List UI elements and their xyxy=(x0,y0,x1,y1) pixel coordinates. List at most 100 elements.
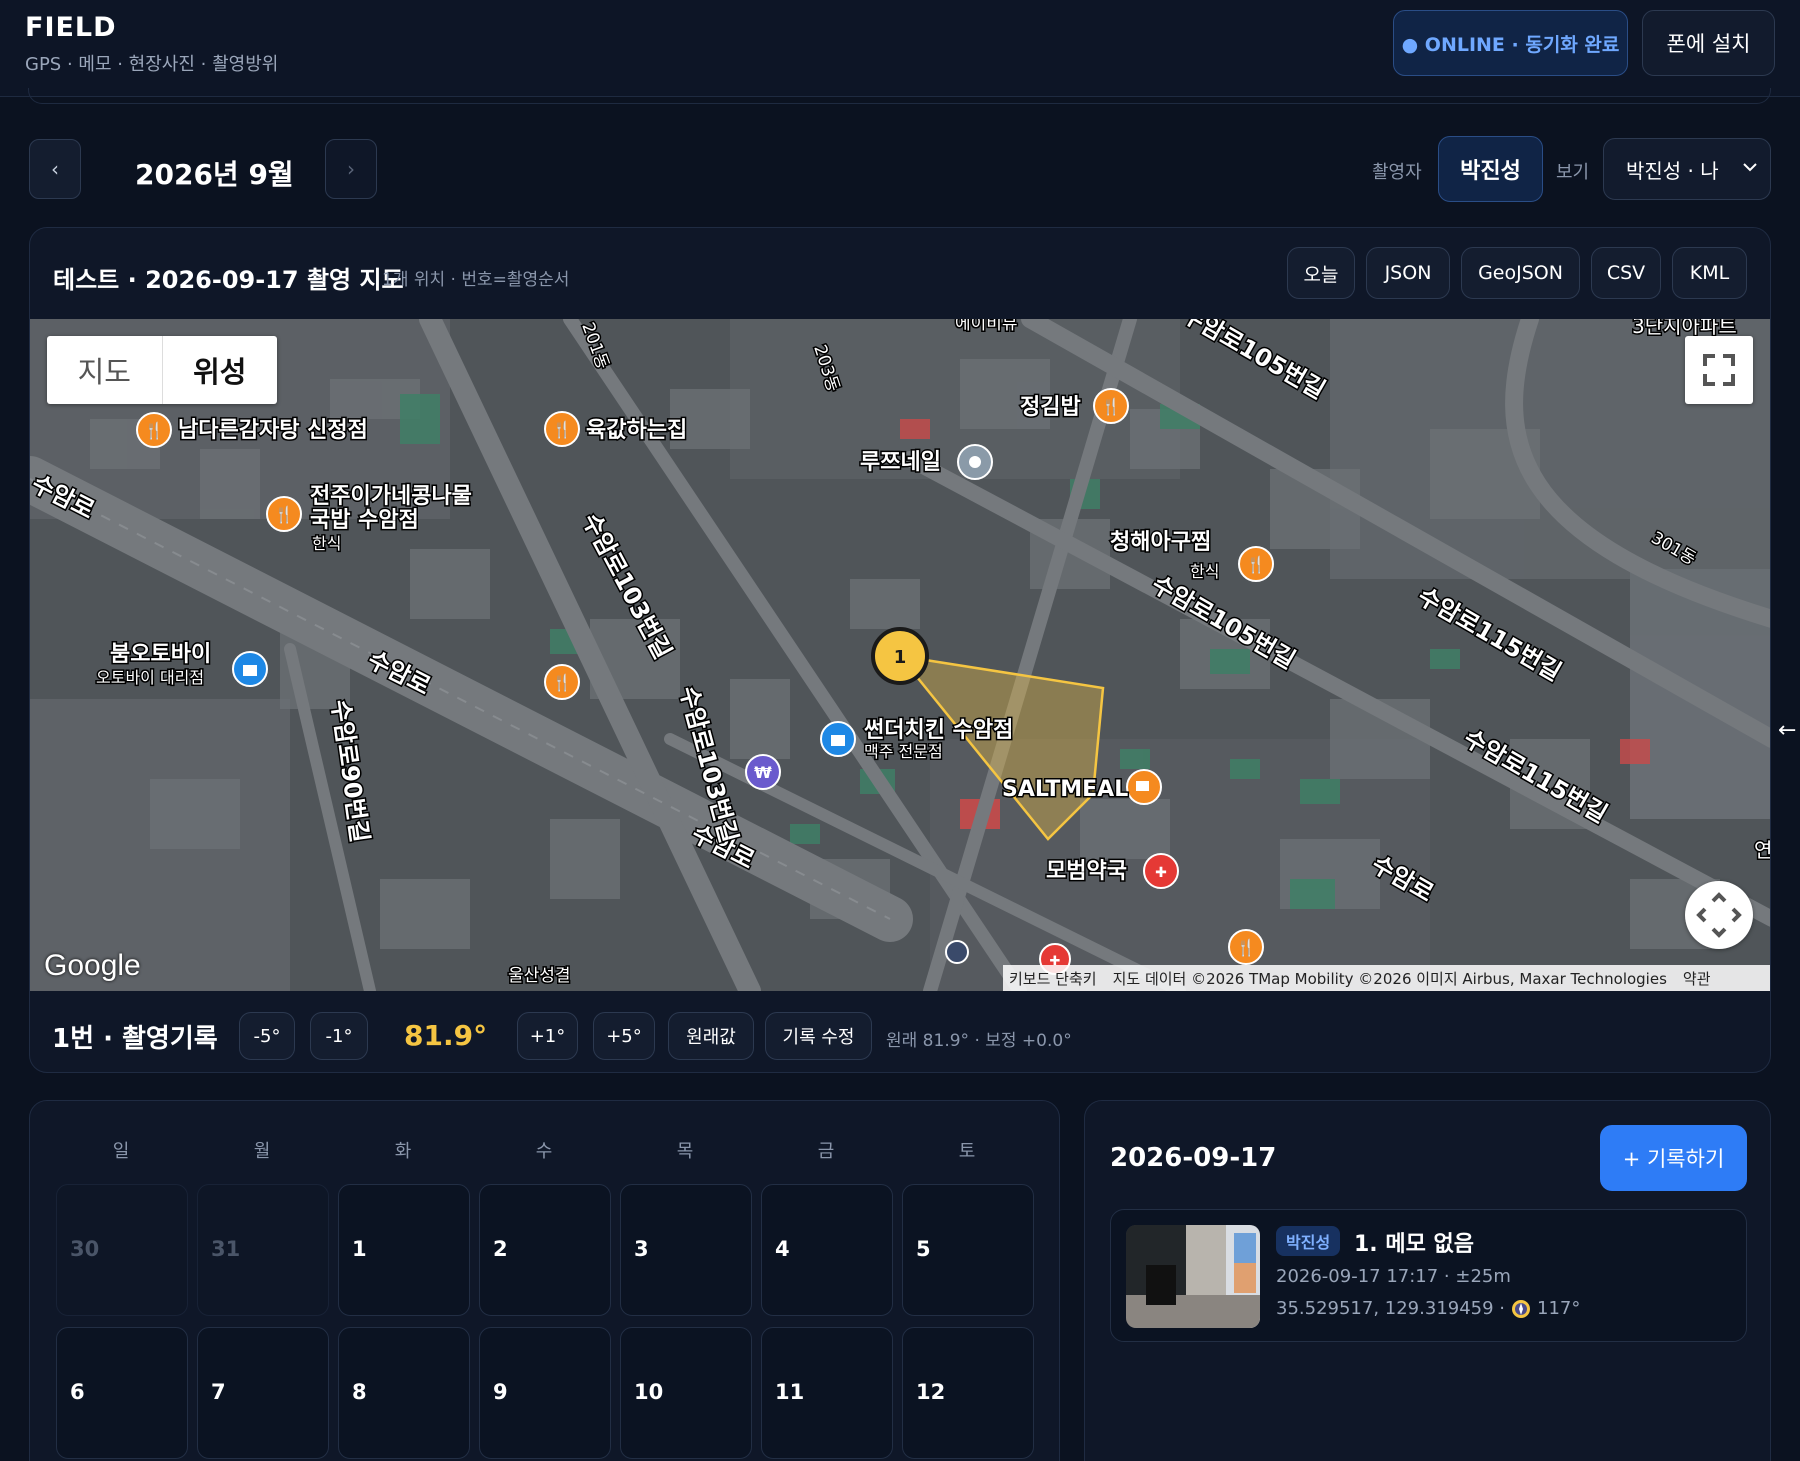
restaurant-pin-icon[interactable]: 🍴 xyxy=(1238,546,1274,582)
install-app-button[interactable]: 폰에 설치 xyxy=(1642,10,1775,76)
calendar-day[interactable]: 5 xyxy=(902,1184,1034,1316)
building-label: 연 xyxy=(1754,838,1771,862)
heading-plus5-button[interactable]: +5° xyxy=(593,1012,655,1060)
record-item-title: 1. 메모 없음 xyxy=(1354,1232,1474,1257)
svg-text:🍴: 🍴 xyxy=(274,505,294,524)
weekday-wed: 수 xyxy=(535,1141,553,1162)
calendar-day[interactable]: 4 xyxy=(761,1184,893,1316)
cafe-pin-icon[interactable] xyxy=(1126,769,1162,805)
heading-minus1-button[interactable]: -1° xyxy=(310,1012,368,1060)
day-number: 5 xyxy=(916,1237,931,1261)
selected-date-title: 2026-09-17 xyxy=(1110,1143,1277,1173)
place-pin-icon[interactable] xyxy=(957,444,993,480)
brand-subtitle: GPS · 메모 · 현장사진 · 촬영방위 xyxy=(25,54,279,75)
photo-marker[interactable]: 1 xyxy=(871,627,929,685)
day-number: 11 xyxy=(775,1380,805,1404)
satellite-map[interactable]: 🍴 🍴 🍴 🍴 🍴 🍴 🍴 ₩ ✚ ✚ 남다른감자탕 신정점 육값하는집 정김밥… xyxy=(30,319,1771,991)
shooter-badge: 박진성 xyxy=(1276,1226,1341,1256)
sync-status-badge[interactable]: ● ONLINE · 동기화 완료 xyxy=(1393,10,1628,76)
camera-control-button[interactable] xyxy=(1685,881,1753,949)
view-select[interactable]: 박진성 · 나 xyxy=(1603,138,1771,200)
fullscreen-icon xyxy=(1703,354,1735,386)
restaurant-pin-icon[interactable]: 🍴 xyxy=(544,411,580,447)
calendar-day[interactable]: 30 xyxy=(56,1184,188,1316)
record-item-time: 2026-09-17 17:17 · ±25m xyxy=(1276,1266,1511,1287)
map-canvas[interactable]: 🍴 🍴 🍴 🍴 🍴 🍴 🍴 ₩ ✚ ✚ 남다른감자탕 신정점 육값하는집 정김밥… xyxy=(30,319,1771,991)
restaurant-pin-icon[interactable]: 🍴 xyxy=(136,412,172,448)
calendar-day[interactable]: 7 xyxy=(197,1327,329,1459)
edit-record-button[interactable]: 기록 수정 xyxy=(765,1012,872,1060)
day-number: 1 xyxy=(352,1237,367,1261)
svg-text:🍴: 🍴 xyxy=(552,420,572,439)
restaurant-pin-icon[interactable]: 🍴 xyxy=(1093,388,1129,424)
poi-label: SALTMEAL xyxy=(1002,777,1128,802)
compass-icon xyxy=(1512,1299,1531,1318)
calendar-day[interactable]: 6 xyxy=(56,1327,188,1459)
weekday-sun: 일 xyxy=(112,1141,130,1162)
calendar-day[interactable]: 11 xyxy=(761,1327,893,1459)
export-json-button[interactable]: JSON xyxy=(1366,247,1450,299)
calendar-day[interactable]: 8 xyxy=(338,1327,470,1459)
day-number: 30 xyxy=(70,1237,100,1261)
map-type-toggle[interactable]: 지도 위성 xyxy=(47,336,277,404)
weekday-tue: 화 xyxy=(394,1141,412,1162)
calendar-day[interactable]: 2 xyxy=(479,1184,611,1316)
restaurant-pin-icon[interactable]: 🍴 xyxy=(266,496,302,532)
map-type-map-button[interactable]: 지도 xyxy=(47,336,163,404)
restaurant-pin-icon[interactable]: 🍴 xyxy=(1228,929,1264,965)
calendar-day[interactable]: 1 xyxy=(338,1184,470,1316)
day-number: 7 xyxy=(211,1380,226,1404)
export-geojson-button[interactable]: GeoJSON xyxy=(1461,247,1580,299)
add-record-button[interactable]: + 기록하기 xyxy=(1600,1125,1747,1191)
restaurant-pin-icon[interactable]: 🍴 xyxy=(544,664,580,700)
keyboard-shortcuts-link[interactable]: 키보드 단축키 xyxy=(1009,968,1097,989)
terms-link[interactable]: 약관 xyxy=(1683,968,1711,989)
poi-label: 청해아구찜 xyxy=(1110,530,1211,555)
map-card: 테스트 · 2026-09-17 촬영 지도 1개 위치 · 번호=촬영순서 오… xyxy=(29,227,1771,1073)
today-button[interactable]: 오늘 xyxy=(1287,247,1355,299)
building-label: 에이비뷰 xyxy=(955,319,1018,334)
fullscreen-button[interactable] xyxy=(1685,336,1753,404)
day-number: 10 xyxy=(634,1380,664,1404)
map-data-credit: 지도 데이터 ©2026 TMap Mobility ©2026 이미지 Air… xyxy=(1112,969,1667,988)
day-number: 9 xyxy=(493,1380,508,1404)
bank-pin-icon[interactable]: ₩ xyxy=(745,754,781,790)
shooter-label: 촬영자 xyxy=(1372,162,1422,183)
heading-minus5-button[interactable]: -5° xyxy=(239,1012,295,1060)
poi-label: 모범약국 xyxy=(1046,859,1127,884)
calendar-day[interactable]: 3 xyxy=(620,1184,752,1316)
day-number: 2 xyxy=(493,1237,508,1261)
calendar-day[interactable]: 10 xyxy=(620,1327,752,1459)
record-title: 1번 · 촬영기록 xyxy=(52,1024,218,1054)
shopping-pin-icon[interactable] xyxy=(232,651,268,687)
poi-label: 루쯔네일 xyxy=(860,450,941,475)
weekday-mon: 월 xyxy=(253,1141,271,1162)
map-type-satellite-button[interactable]: 위성 xyxy=(163,336,278,404)
shopping-pin-icon[interactable] xyxy=(820,721,856,757)
heading-reset-button[interactable]: 원래값 xyxy=(668,1012,754,1060)
prev-month-button[interactable]: ‹ xyxy=(29,139,81,199)
day-detail-card: 2026-09-17 + 기록하기 박진성 1. 메모 없음 2026-09-1… xyxy=(1084,1100,1771,1461)
export-csv-button[interactable]: CSV xyxy=(1591,247,1661,299)
calendar-day[interactable]: 12 xyxy=(902,1327,1034,1459)
record-list-item[interactable]: 박진성 1. 메모 없음 2026-09-17 17:17 · ±25m 35.… xyxy=(1110,1209,1747,1342)
calendar-day[interactable]: 31 xyxy=(197,1184,329,1316)
export-kml-button[interactable]: KML xyxy=(1672,247,1747,299)
day-number: 6 xyxy=(70,1380,85,1404)
photo-thumbnail[interactable] xyxy=(1126,1225,1260,1328)
bus-stop-icon[interactable] xyxy=(945,940,969,964)
month-title: 2026년 9월 xyxy=(135,158,294,191)
move-arrows-icon xyxy=(1696,892,1742,938)
next-month-button[interactable]: › xyxy=(325,139,377,199)
poi-label: 썬더치킨 수암점 xyxy=(864,718,1013,743)
pharmacy-pin-icon[interactable]: ✚ xyxy=(1143,853,1179,889)
weekday-thu: 목 xyxy=(676,1141,694,1162)
calendar-day[interactable]: 9 xyxy=(479,1327,611,1459)
shooter-button[interactable]: 박진성 xyxy=(1438,136,1543,202)
record-item-coords: 35.529517, 129.319459 · 117° xyxy=(1276,1298,1580,1319)
collapse-arrow-icon[interactable]: ← xyxy=(1778,718,1796,743)
svg-text:🍴: 🍴 xyxy=(1246,555,1266,574)
heading-plus1-button[interactable]: +1° xyxy=(517,1012,578,1060)
heading-value: 81.9° xyxy=(404,1019,488,1052)
poi-sublabel: 한식 xyxy=(312,534,341,553)
